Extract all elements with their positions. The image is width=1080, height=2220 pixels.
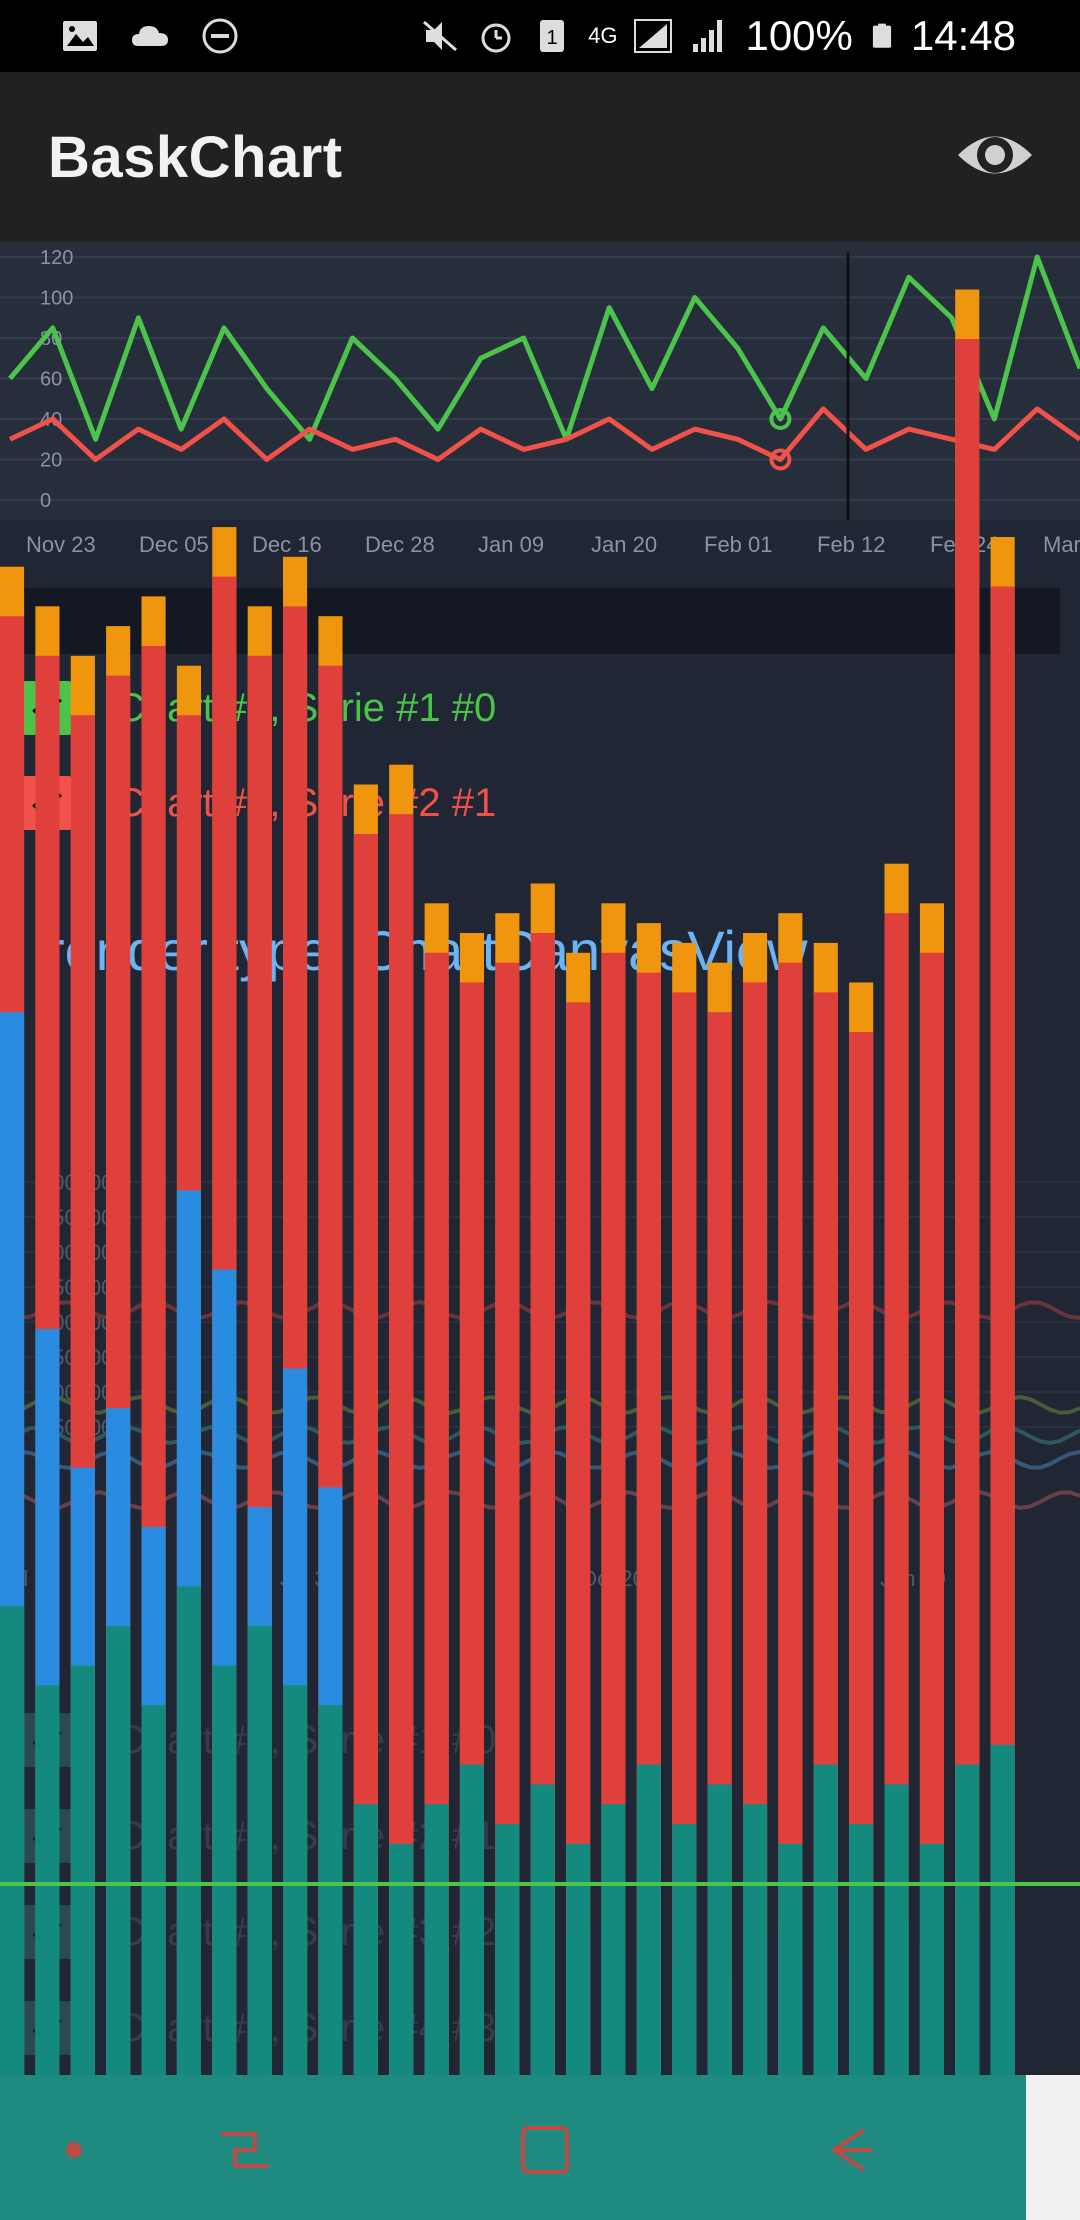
x-tick-label: Feb 01 (704, 532, 773, 557)
checkbox-checked-icon[interactable] (20, 681, 74, 735)
legend-label: Chart #4, Serie #1 #0 (116, 1717, 497, 1762)
mute-icon (423, 20, 458, 52)
eye-icon[interactable] (950, 110, 1040, 200)
y-tick-label: 2500000 (40, 1345, 126, 1370)
home-square-icon[interactable] (515, 2120, 575, 2180)
series-line-2 (0, 1424, 1080, 1446)
checkbox-checked-icon[interactable] (20, 2001, 74, 2055)
legend-item-chart3-serie1[interactable]: Chart #3, Serie #1 #0 (20, 680, 496, 736)
x-tick-label: Jan 20 (591, 532, 657, 557)
y-tick-label: 20 (40, 450, 62, 472)
sim-icon: 1 (540, 20, 565, 52)
x-tick-label: Feb 12 (817, 532, 886, 557)
y-tick-label: 4500000 (40, 1205, 126, 1230)
y-tick-label: 1500000 (40, 1415, 126, 1440)
status-bar: 1 4G 100% 14:48 (0, 0, 1080, 72)
back-icon[interactable] (820, 2120, 880, 2180)
chart3-scroll-track[interactable] (0, 588, 1060, 654)
x-tick-label: Jul 11 (0, 1566, 57, 1591)
checkbox-checked-icon[interactable] (20, 1905, 74, 1959)
y-tick-label: 3000000 (40, 1310, 126, 1335)
x-tick-label: Dec 16 (252, 532, 322, 557)
recent-apps-icon[interactable] (215, 2120, 275, 2180)
dnd-icon (202, 18, 238, 54)
chart4-line-chart[interactable]: 5000000 4500000 4000000 3500000 3000000 25000… (0, 1160, 1080, 1620)
legend-item-chart4-serie4[interactable]: Chart #4, Serie #4 #3 (20, 2000, 496, 2056)
legend-item-chart3-serie2[interactable]: Chart #3, Serie #2 #1 (20, 775, 496, 831)
battery-percent: 100% (745, 12, 853, 59)
checkbox-checked-icon[interactable] (20, 1809, 74, 1863)
app-bar: BaskChart (0, 72, 1080, 242)
x-tick-label: Dec 05 (139, 532, 209, 557)
x-tick-label: Jan 09 (880, 1566, 946, 1591)
y-tick-label: 60 (40, 369, 62, 391)
legend-label: Chart #3, Serie #2 #1 (116, 780, 497, 825)
signal-icon (693, 20, 723, 52)
y-tick-label: 120 (40, 247, 73, 269)
x-tick-label: Oct 20 (580, 1566, 645, 1591)
status-left-icons (60, 14, 240, 58)
clock: 14:48 (910, 12, 1016, 59)
x-tick-label: Mar (1043, 532, 1080, 557)
legend-label: Chart #4, Serie #3 #2 (116, 1909, 497, 1954)
cloud-icon (132, 26, 168, 46)
network-type: 4G (588, 23, 618, 48)
status-right-icons: 1 4G 100% 14:48 (420, 10, 1016, 62)
svg-text:1: 1 (547, 27, 558, 49)
battery-icon (872, 23, 891, 48)
signal-icon (634, 19, 673, 53)
legend-item-chart4-serie1[interactable]: Chart #4, Serie #1 #0 (20, 1712, 496, 1768)
checkbox-checked-icon[interactable] (20, 1713, 74, 1767)
app-title: BaskChart (48, 125, 343, 190)
series-line-0 (0, 1299, 1080, 1321)
x-tick-label: Jul 31 (280, 1566, 339, 1591)
app-screen: { "status_bar": { "battery": "100%", "ti… (0, 0, 1080, 2220)
home-dot-icon[interactable] (44, 2120, 104, 2180)
y-tick-label: 4000000 (40, 1240, 126, 1265)
legend-label: Chart #4, Serie #4 #3 (116, 2005, 497, 2050)
x-tick-label: Nov 23 (26, 532, 96, 557)
y-tick-label: 5000000 (40, 1170, 126, 1195)
series-line-4 (0, 1489, 1080, 1511)
render-type-label: render type: ChartCanvasView (46, 919, 808, 982)
chart3-line-chart[interactable]: 020406080100120 Nov 23 Dec 05 Dec 16 Dec 28… (0, 242, 1080, 572)
x-tick-label: Feb 24 (930, 532, 999, 557)
x-tick-label: Jan 09 (478, 532, 544, 557)
x-tick-label: Dec 28 (365, 532, 435, 557)
legend-item-chart4-serie3[interactable]: Chart #4, Serie #3 #2 (20, 1904, 496, 1960)
legend-label: Chart #4, Serie #2 #1 (116, 1813, 497, 1858)
legend-label: Chart #3, Serie #1 #0 (116, 685, 497, 730)
series-line-3 (0, 1449, 1080, 1471)
y-tick-label: 100 (40, 288, 73, 310)
series-line-1 (0, 1394, 1080, 1416)
legend-item-chart4-serie2[interactable]: Chart #4, Serie #2 #1 (20, 1808, 496, 1864)
y-tick-label: 3500000 (40, 1275, 126, 1300)
checkbox-checked-icon[interactable] (20, 776, 74, 830)
y-tick-label: 2000000 (40, 1380, 126, 1405)
alarm-icon (481, 23, 511, 53)
navigation-bar-edge (1026, 2075, 1080, 2220)
y-tick-label: 0 (40, 490, 51, 512)
image-icon (63, 21, 97, 51)
